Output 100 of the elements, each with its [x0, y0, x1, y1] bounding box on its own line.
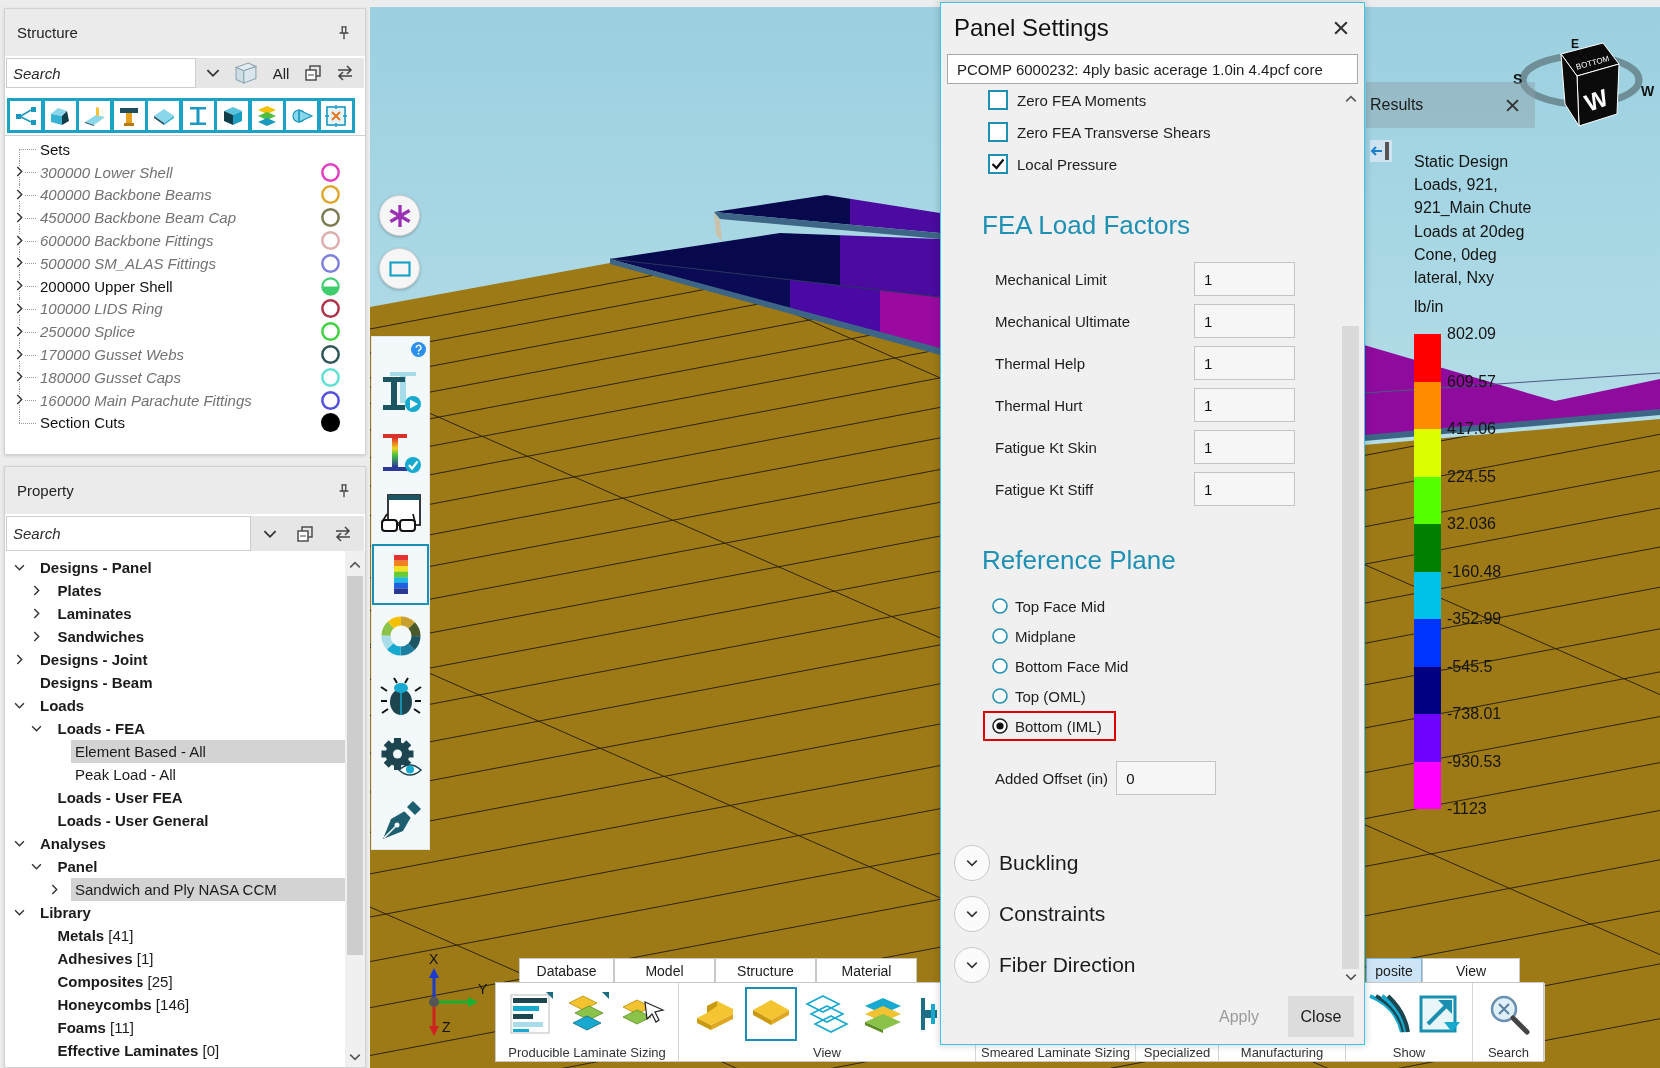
chevron-right-icon[interactable] — [14, 257, 25, 269]
chevron-right-icon[interactable] — [31, 608, 42, 619]
radio-option[interactable]: Top Face Mid — [983, 591, 1120, 621]
panel-selector-field[interactable]: PCOMP 6000232: 4ply basic acerage 1.0in 4.4pcf core — [947, 54, 1358, 84]
tree-item[interactable]: Designs - Panel — [36, 556, 345, 579]
tree-item[interactable]: 160000 Main Parachute Fittings — [40, 391, 252, 409]
tree-item[interactable]: Sets — [40, 140, 70, 158]
chevron-right-icon[interactable] — [14, 166, 25, 178]
radio-option[interactable]: Top (OML) — [983, 681, 1100, 711]
tree-item[interactable]: 400000 Backbone Beams — [40, 186, 212, 204]
chevron-right-icon[interactable] — [14, 302, 25, 314]
tree-item[interactable]: 600000 Backbone Fittings — [40, 232, 214, 250]
chevron-down-icon[interactable] — [31, 861, 42, 872]
checkbox-option[interactable]: Zero FEA Transverse Shears — [941, 116, 1211, 148]
close-dialog-button[interactable]: Close — [1288, 996, 1354, 1037]
tree-item[interactable]: Library — [36, 901, 345, 924]
input-field[interactable]: 1 — [1194, 304, 1295, 338]
input-field[interactable]: 0 — [1116, 761, 1217, 795]
tool-button[interactable] — [44, 101, 76, 130]
tree-item[interactable]: Loads - FEA — [53, 717, 345, 740]
filter-all-toggle[interactable]: All — [272, 64, 290, 82]
close-button[interactable] — [1506, 98, 1519, 112]
tool-button[interactable] — [217, 101, 248, 130]
input-field[interactable]: 1 — [1194, 472, 1295, 506]
tree-item[interactable]: Metals [41] — [53, 924, 345, 947]
checkbox-option[interactable]: Zero FEA Moments — [941, 84, 1211, 116]
scrollbar-thumb[interactable] — [347, 576, 363, 955]
tree-item[interactable]: 300000 Lower Shell — [40, 163, 173, 181]
chevron-right-icon[interactable] — [14, 325, 25, 337]
chevron-right-icon[interactable] — [31, 585, 42, 596]
collapsible-section-header[interactable]: Fiber Direction — [941, 939, 1136, 990]
swap-icon[interactable] — [336, 64, 355, 82]
tree-item[interactable]: Composites [25] — [53, 970, 345, 993]
scrollbar[interactable] — [345, 551, 365, 1067]
chevron-right-icon[interactable] — [14, 211, 25, 223]
chevron-down-icon[interactable] — [13, 562, 25, 573]
tree-item[interactable]: Adhesives [1] — [53, 947, 345, 970]
ribbon-tab[interactable]: posite — [1366, 958, 1422, 982]
chevron-right-icon[interactable] — [14, 348, 25, 360]
radio-button[interactable] — [992, 658, 1008, 674]
checkbox[interactable] — [988, 90, 1008, 110]
copy-icon[interactable] — [297, 525, 314, 542]
ribbon-tab[interactable]: Structure — [715, 958, 816, 982]
tree-item[interactable]: 170000 Gusset Webs — [40, 346, 184, 364]
help-button[interactable] — [411, 341, 426, 357]
tool-button[interactable] — [372, 544, 429, 605]
tree-item[interactable]: 250000 Splice — [40, 323, 136, 341]
chevron-down-icon[interactable] — [13, 838, 25, 849]
tree-item[interactable]: 180000 Gusset Caps — [40, 368, 181, 386]
input-field[interactable]: 1 — [1194, 262, 1295, 296]
pin-button[interactable] — [337, 25, 351, 40]
tree-item[interactable]: Section Cuts — [40, 414, 126, 432]
tree-item[interactable]: Panel — [53, 855, 345, 878]
radio-button[interactable] — [992, 628, 1008, 644]
tree-item[interactable]: Loads - User General — [53, 809, 345, 832]
tool-button[interactable] — [113, 101, 145, 130]
radio-button[interactable] — [992, 718, 1008, 734]
radio-button[interactable] — [992, 598, 1008, 614]
checkbox-option[interactable]: Local Pressure — [941, 148, 1211, 180]
radio-option[interactable]: Bottom Face Mid — [983, 651, 1143, 681]
tree-item[interactable]: Honeycombs [146] — [53, 993, 345, 1016]
ribbon-tab[interactable]: Material — [816, 958, 917, 982]
swap-icon[interactable] — [333, 524, 352, 543]
checkbox[interactable] — [988, 122, 1008, 142]
chevron-right-icon[interactable] — [14, 280, 25, 292]
tree-item[interactable]: Sandwich and Ply NASA CCM — [71, 878, 345, 901]
pin-button[interactable] — [337, 483, 351, 498]
tree-item[interactable]: Sandwiches — [53, 625, 345, 648]
tree-item[interactable]: Loads - User FEA — [53, 786, 345, 809]
tree-item[interactable]: Designs - Beam — [36, 671, 345, 694]
close-button[interactable] — [1334, 21, 1348, 35]
search-field[interactable]: Search — [6, 58, 196, 88]
collapse-button[interactable] — [1370, 140, 1392, 162]
chevron-down-icon[interactable] — [13, 700, 25, 711]
checkbox[interactable] — [988, 154, 1008, 174]
input-field[interactable]: 1 — [1194, 346, 1295, 380]
tree-item[interactable]: Plates — [53, 579, 345, 602]
tree-item[interactable]: Peak Load - All — [71, 763, 345, 786]
tree-item[interactable]: Effective Laminates [0] — [53, 1039, 345, 1062]
collapsible-section-header[interactable]: Constraints — [941, 888, 1106, 939]
ribbon-tab[interactable]: Database — [519, 958, 614, 982]
tree-item[interactable]: Foams [11] — [53, 1016, 345, 1039]
chevron-right-icon[interactable] — [14, 394, 25, 406]
tree-item[interactable]: 200000 Upper Shell — [40, 277, 173, 295]
tree-item[interactable]: Laminates — [53, 602, 345, 625]
tree-item[interactable]: Element Based - All — [71, 740, 345, 763]
chevron-down-icon[interactable] — [31, 723, 42, 734]
copy-icon[interactable] — [304, 65, 321, 81]
search-field[interactable]: Search — [6, 516, 251, 551]
tree-item[interactable]: Analyses — [36, 832, 345, 855]
chevron-right-icon[interactable] — [31, 631, 42, 642]
radio-button[interactable] — [992, 688, 1008, 704]
collapsible-section-header[interactable]: Buckling — [941, 837, 1079, 888]
tree-item[interactable]: 450000 Backbone Beam Cap — [40, 209, 236, 227]
tree-item[interactable]: Designs - Joint — [36, 648, 345, 671]
chevron-right-icon[interactable] — [14, 371, 25, 383]
radio-option[interactable]: Bottom (IML) — [983, 711, 1116, 741]
ribbon-tab[interactable]: Model — [614, 958, 715, 982]
tree-item[interactable]: 500000 SM_ALAS Fittings — [40, 254, 216, 272]
ribbon-tab[interactable]: View — [1422, 958, 1520, 982]
